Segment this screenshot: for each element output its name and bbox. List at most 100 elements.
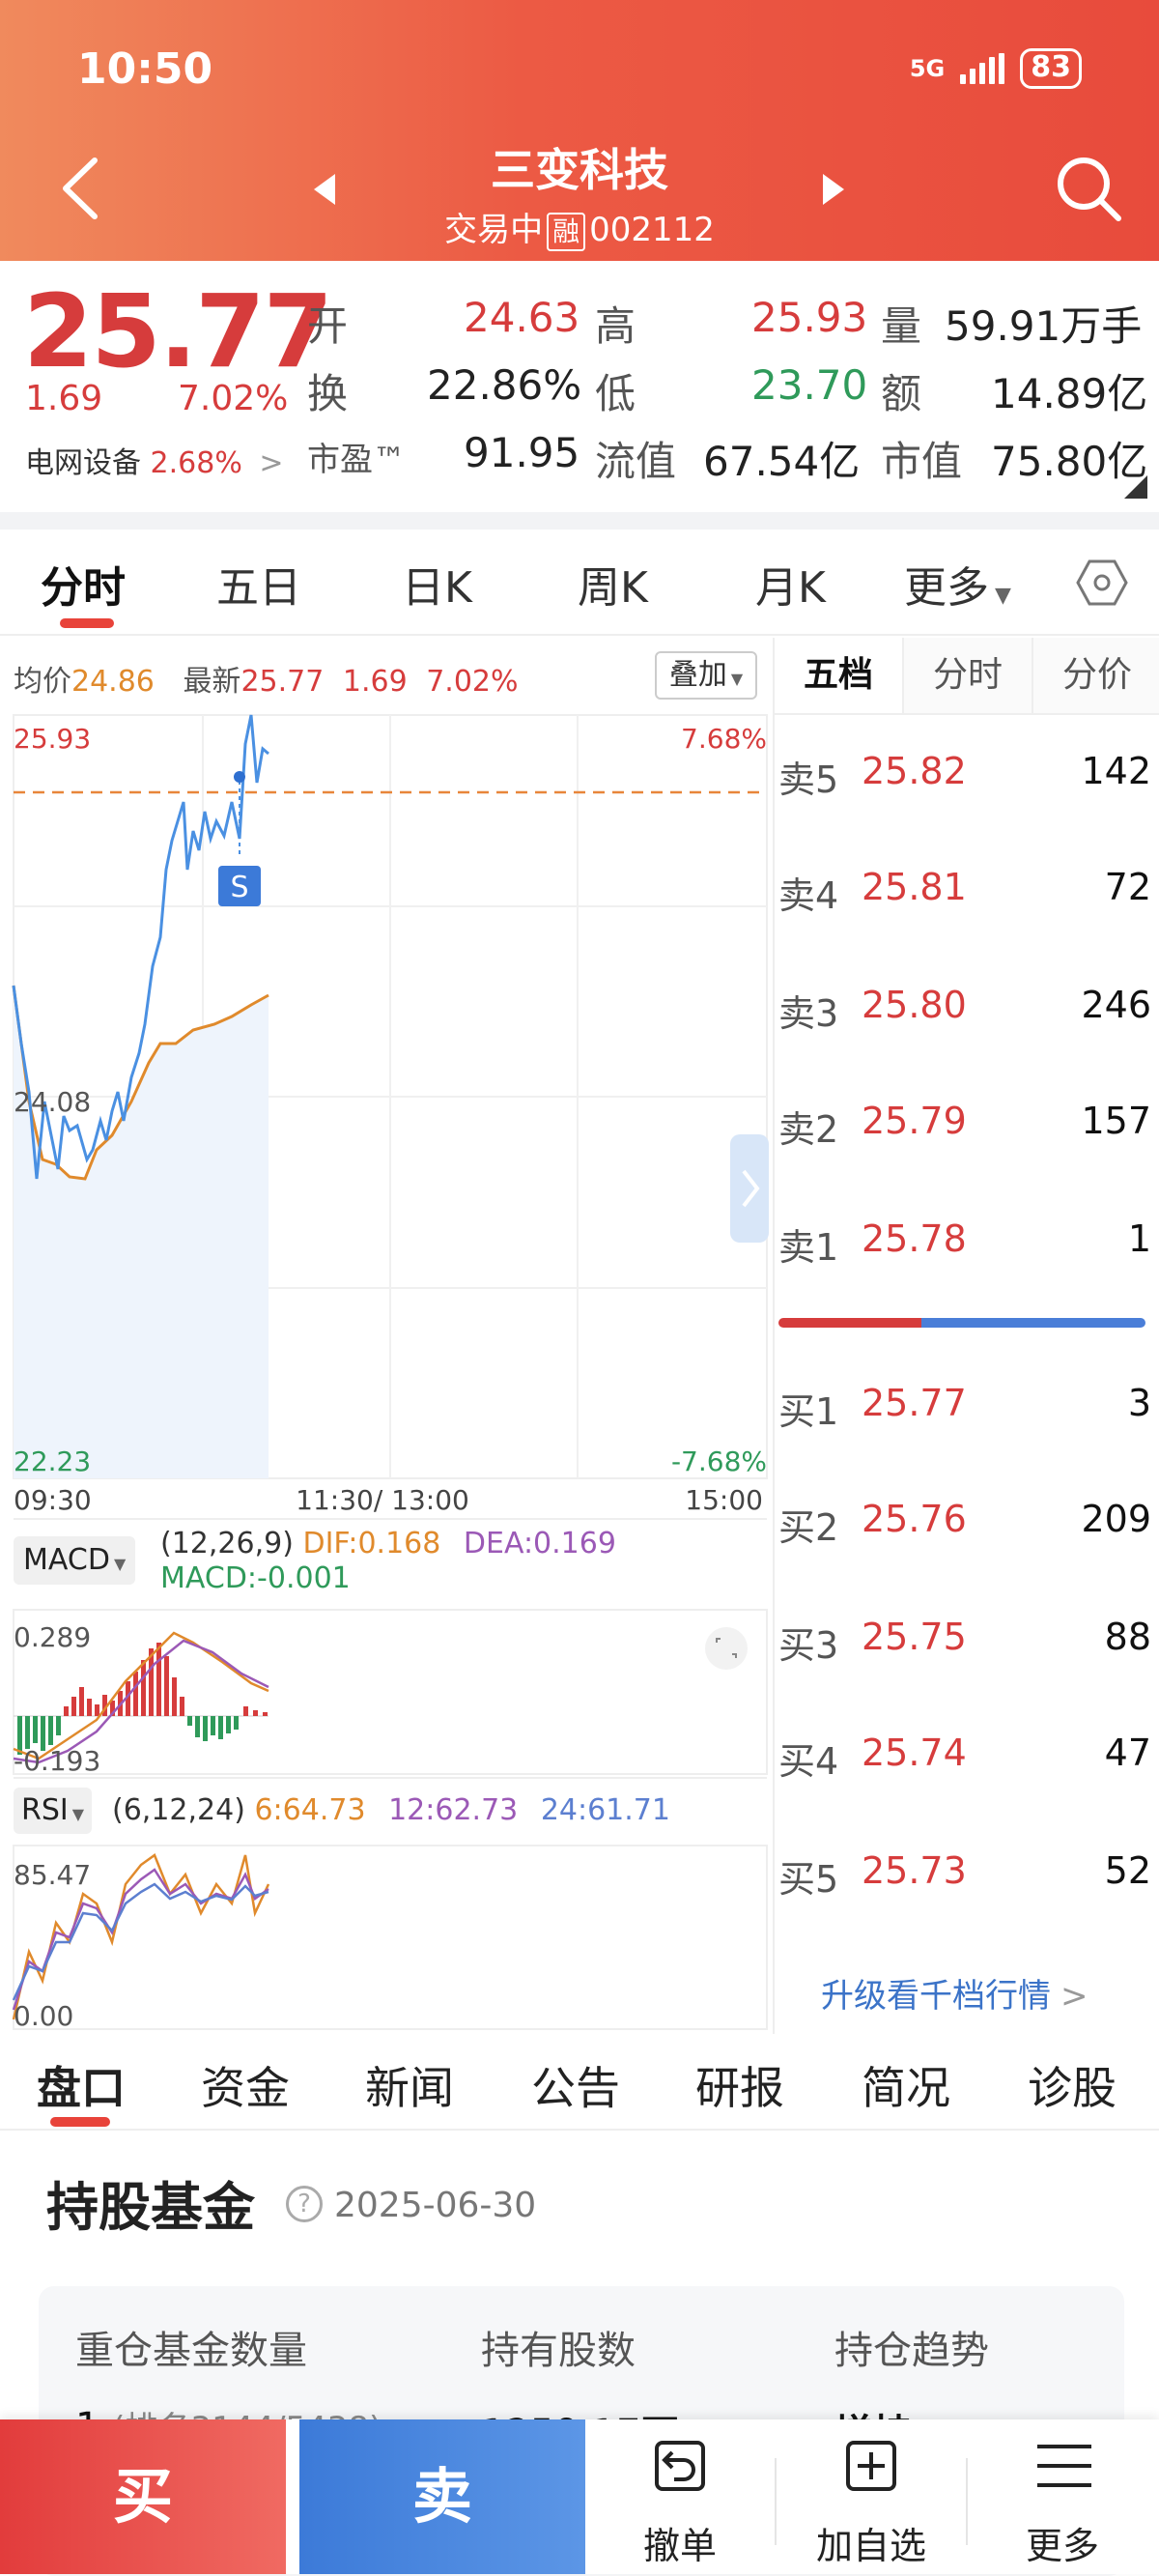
more-button[interactable]: 更多 bbox=[968, 2419, 1157, 2574]
bid-row: 买4 25.74 47 bbox=[775, 1732, 1159, 1789]
tab-capital[interactable]: 资金 bbox=[201, 2053, 290, 2117]
float-label: 流值 bbox=[595, 438, 677, 485]
bid-price: 25.76 bbox=[862, 1498, 967, 1540]
stock-code: 002112 bbox=[589, 211, 715, 249]
stock-subtitle: 交易中融 002112 bbox=[0, 203, 1159, 251]
rsi-bottom-value: 0.00 bbox=[14, 2000, 73, 2032]
macd-selector[interactable]: MACD ▼ bbox=[14, 1536, 136, 1585]
expand-panel-handle[interactable] bbox=[730, 1134, 769, 1243]
rsi-12: 12:62.73 bbox=[388, 1793, 519, 1827]
tab-order-book[interactable]: 盘口 bbox=[37, 2053, 126, 2117]
rsi-24: 24:61.71 bbox=[540, 1793, 670, 1827]
tab-five-day[interactable]: 五日 bbox=[216, 553, 301, 615]
sector-link[interactable]: 电网设备 2.68% > bbox=[25, 439, 284, 481]
cancel-order-label: 撤单 bbox=[642, 2525, 717, 2567]
ask-row: 卖5 25.82 142 bbox=[775, 750, 1159, 808]
bid-volume: 88 bbox=[1104, 1616, 1151, 1658]
bid-price: 25.74 bbox=[862, 1732, 967, 1774]
order-book: 五档 分时 分价 卖5 25.82 142 卖4 25.81 72 卖3 25.80 246… bbox=[773, 638, 1159, 2034]
ask-price: 25.81 bbox=[862, 866, 967, 908]
fullscreen-button[interactable] bbox=[705, 1627, 748, 1670]
caret-down-icon: ▼ bbox=[113, 1555, 127, 1573]
sector-pct: 2.68% bbox=[150, 446, 242, 480]
cancel-order-button[interactable]: 撤单 bbox=[585, 2419, 775, 2574]
ask-row: 卖2 25.79 157 bbox=[775, 1100, 1159, 1158]
ask-label: 卖1 bbox=[778, 1226, 839, 1269]
settings-hex-icon[interactable] bbox=[1076, 558, 1128, 607]
sector-name: 电网设备 bbox=[25, 446, 141, 480]
active-tab-indicator bbox=[60, 618, 114, 628]
fund-report-date: 2025-06-30 bbox=[334, 2186, 537, 2225]
bid-ask-ratio-bar bbox=[778, 1318, 1145, 1328]
last-price: 25.77 bbox=[23, 272, 333, 390]
help-icon[interactable]: ? bbox=[286, 2186, 323, 2222]
trade-marker-dot bbox=[234, 771, 245, 783]
time-close: 15:00 bbox=[685, 1484, 763, 1516]
bid-price: 25.73 bbox=[862, 1849, 967, 1892]
search-icon[interactable] bbox=[1055, 155, 1122, 222]
axis-top-price: 25.93 bbox=[14, 723, 91, 755]
battery-icon: 83 bbox=[1020, 48, 1082, 89]
ask-label: 卖4 bbox=[778, 874, 839, 917]
tab-five-levels[interactable]: 五档 bbox=[775, 638, 904, 713]
section-divider bbox=[0, 512, 1159, 530]
upgrade-level2-link[interactable]: 升级看千档行情 > bbox=[821, 1969, 1088, 2017]
tab-price-dist[interactable]: 分价 bbox=[1033, 638, 1159, 713]
buy-button[interactable]: 买 bbox=[0, 2419, 286, 2574]
chevron-right-icon: > bbox=[259, 446, 284, 480]
tab-announcements[interactable]: 公告 bbox=[531, 2053, 620, 2117]
axis-top-pct: 7.68% bbox=[681, 723, 767, 755]
tab-research[interactable]: 研报 bbox=[695, 2053, 784, 2117]
tab-intraday[interactable]: 分时 bbox=[41, 553, 126, 615]
sell-button[interactable]: 卖 bbox=[299, 2419, 585, 2574]
amount-value: 14.89亿 bbox=[991, 370, 1148, 417]
high-value: 25.93 bbox=[751, 294, 868, 341]
bid-row: 买5 25.73 52 bbox=[775, 1849, 1159, 1907]
bid-volume: 47 bbox=[1104, 1732, 1151, 1774]
bid-row: 买3 25.75 88 bbox=[775, 1616, 1159, 1674]
ask-volume: 1 bbox=[1127, 1217, 1151, 1260]
next-stock-icon[interactable] bbox=[823, 174, 844, 205]
tab-news[interactable]: 新闻 bbox=[365, 2053, 454, 2117]
ask-volume: 157 bbox=[1081, 1100, 1151, 1142]
turnover-label: 换 bbox=[307, 370, 349, 417]
caret-down-icon: ▼ bbox=[71, 1805, 85, 1823]
margin-badge: 融 bbox=[547, 213, 586, 251]
rsi-6: 6:64.73 bbox=[254, 1793, 366, 1827]
upgrade-label: 升级看千档行情 bbox=[821, 1977, 1051, 2016]
tab-month-k[interactable]: 月K bbox=[755, 553, 826, 615]
volume-label: 量 bbox=[881, 302, 922, 350]
mcap-label: 市值 bbox=[881, 438, 963, 485]
bid-label: 买1 bbox=[778, 1390, 839, 1433]
tab-week-k[interactable]: 周K bbox=[578, 553, 648, 615]
ask-label: 卖2 bbox=[778, 1108, 839, 1151]
ask-volume: 246 bbox=[1081, 984, 1151, 1026]
menu-icon bbox=[1037, 2445, 1091, 2487]
active-tab-indicator bbox=[50, 2117, 110, 2127]
price-change: 1.69 bbox=[25, 379, 103, 418]
add-watchlist-label: 加自选 bbox=[815, 2525, 926, 2567]
tab-day-k[interactable]: 日K bbox=[402, 553, 472, 615]
tab-profile[interactable]: 简况 bbox=[862, 2053, 950, 2117]
ask-price: 25.79 bbox=[862, 1100, 967, 1142]
tab-diagnosis[interactable]: 诊股 bbox=[1028, 2053, 1117, 2117]
ask-price: 25.80 bbox=[862, 984, 967, 1026]
macd-label: MACD bbox=[23, 1543, 110, 1577]
bid-label: 买3 bbox=[778, 1624, 839, 1667]
open-value: 24.63 bbox=[464, 294, 580, 341]
add-watchlist-button[interactable]: 加自选 bbox=[777, 2419, 966, 2574]
tab-more[interactable]: 更多 ▼ bbox=[904, 553, 1011, 615]
tab-ticks[interactable]: 分时 bbox=[904, 638, 1033, 713]
rsi-selector[interactable]: RSI ▼ bbox=[14, 1788, 93, 1834]
bid-volume: 209 bbox=[1081, 1498, 1151, 1540]
axis-bottom-pct: -7.68% bbox=[671, 1445, 767, 1477]
macd-params: (12,26,9) bbox=[160, 1527, 294, 1560]
bid-price: 25.77 bbox=[862, 1382, 967, 1424]
fund-count-label: 重仓基金数量 bbox=[75, 2329, 307, 2373]
float-value: 67.54亿 bbox=[703, 438, 861, 485]
rsi-frame bbox=[13, 1845, 768, 2030]
chevron-right-icon: > bbox=[1060, 1977, 1088, 2016]
volume-value: 59.91万手 bbox=[945, 302, 1143, 350]
shares-held-label: 持有股数 bbox=[481, 2329, 636, 2373]
chart-period-tabs: 分时 五日 日K 周K 月K 更多 ▼ bbox=[0, 530, 1159, 636]
